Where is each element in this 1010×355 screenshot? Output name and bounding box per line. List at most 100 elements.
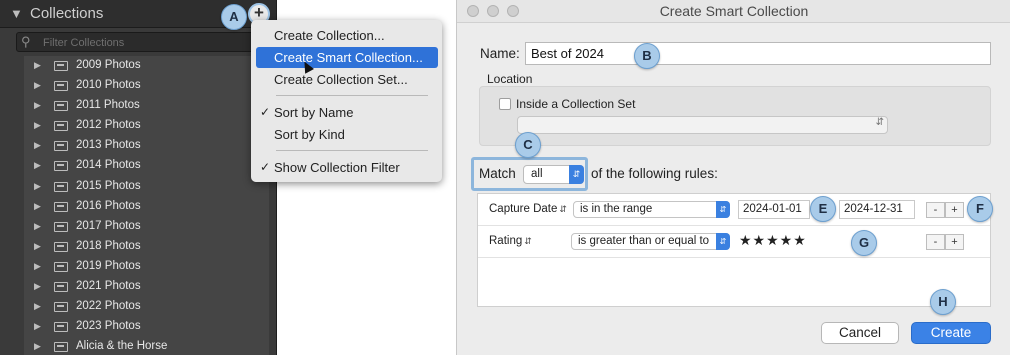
collection-list-item[interactable]: ▶ 2023 Photos [24, 317, 269, 337]
collection-icon [54, 141, 68, 152]
collection-list-item[interactable]: ▶ Alicia & the Horse [24, 337, 269, 355]
rule-field-label: Rating [489, 235, 523, 247]
menu-item-label: Sort by Kind [274, 127, 345, 142]
menu-item[interactable]: ✓ Show Collection Filter [256, 157, 438, 178]
collapse-triangle-icon[interactable]: ▼ [10, 6, 23, 21]
disclosure-arrow-icon[interactable]: ▶ [34, 241, 41, 252]
collection-list-item[interactable]: ▶ 2011 Photos [24, 96, 269, 116]
chevron-updown-icon: ⇵ [569, 165, 584, 184]
collection-icon [54, 121, 68, 132]
callout-e: E [810, 196, 836, 222]
rules-list: Capture Date ⇵ is in the range ⇵ 2024-01-… [477, 193, 991, 307]
disclosure-arrow-icon[interactable]: ▶ [34, 321, 41, 332]
menu-item-label: Create Smart Collection... [274, 50, 423, 65]
collection-icon [54, 282, 68, 293]
remove-rule-button[interactable]: - [926, 234, 945, 250]
add-rule-button[interactable]: + [945, 202, 964, 218]
collection-name: 2023 Photos [76, 320, 141, 333]
disclosure-arrow-icon[interactable]: ▶ [34, 100, 41, 111]
checkmark-icon: ✓ [260, 160, 271, 174]
rule-field-select[interactable]: Capture Date ⇵ [489, 203, 567, 215]
menu-item[interactable]: Create Smart Collection... [256, 47, 438, 68]
range-end-input[interactable]: 2024-12-31 [839, 200, 915, 219]
menu-item-label: Sort by Name [274, 105, 354, 120]
callout-a: A [221, 4, 247, 30]
rule-operator-select[interactable]: is in the range ⇵ [573, 201, 730, 218]
menu-item[interactable]: ✓ Sort by Name [256, 102, 438, 123]
collection-name: 2010 Photos [76, 79, 141, 92]
disclosure-arrow-icon[interactable]: ▶ [34, 120, 41, 131]
collection-list-item[interactable]: ▶ 2018 Photos [24, 237, 269, 257]
disclosure-arrow-icon[interactable]: ▶ [34, 160, 41, 171]
collection-list-item[interactable]: ▶ 2017 Photos [24, 217, 269, 237]
collection-icon [54, 322, 68, 333]
collection-icon [54, 261, 68, 272]
menu-item[interactable]: Create Collection Set... [256, 69, 438, 90]
menu-separator [276, 150, 428, 151]
collection-list-item[interactable]: ▶ 2022 Photos [24, 297, 269, 317]
updown-arrows-icon: ⇵ [559, 204, 567, 214]
match-suffix-text: of the following rules: [591, 166, 718, 181]
collection-icon [54, 101, 68, 112]
collections-list: ▶ 2009 Photos ▶ 2010 Photos ▶ 2011 Photos ▶ 201… [24, 56, 269, 355]
disclosure-arrow-icon[interactable]: ▶ [34, 281, 41, 292]
rating-stars[interactable]: ★★★★★ [739, 232, 807, 249]
cancel-button[interactable]: Cancel [821, 322, 899, 344]
collection-list-item[interactable]: ▶ 2009 Photos [24, 56, 269, 76]
collection-name: 2016 Photos [76, 199, 141, 212]
collection-list-item[interactable]: ▶ 2012 Photos [24, 116, 269, 136]
updown-arrows-icon: ⇵ [524, 236, 532, 246]
match-label: Match [479, 166, 516, 181]
collection-name: 2021 Photos [76, 280, 141, 293]
range-start-input[interactable]: 2024-01-01 [738, 200, 810, 219]
collection-name: 2014 Photos [76, 159, 141, 172]
disclosure-arrow-icon[interactable]: ▶ [34, 341, 41, 352]
disclosure-arrow-icon[interactable]: ▶ [34, 181, 41, 192]
menu-item-label: Create Collection... [274, 28, 385, 43]
collection-list-item[interactable]: ▶ 2015 Photos [24, 177, 269, 197]
disclosure-arrow-icon[interactable]: ▶ [34, 140, 41, 151]
add-rule-button[interactable]: + [945, 234, 964, 250]
collection-list-item[interactable]: ▶ 2010 Photos [24, 76, 269, 96]
create-button[interactable]: Create [911, 322, 991, 344]
remove-rule-button[interactable]: - [926, 202, 945, 218]
callout-g: G [851, 230, 877, 256]
collection-list-item[interactable]: ▶ 2013 Photos [24, 136, 269, 156]
collection-icon [54, 61, 68, 71]
disclosure-arrow-icon[interactable]: ▶ [34, 301, 41, 312]
collection-list-item[interactable]: ▶ 2014 Photos [24, 156, 269, 176]
disclosure-arrow-icon[interactable]: ▶ [34, 80, 41, 91]
match-group: Match all ⇵ [471, 157, 588, 191]
disclosure-arrow-icon[interactable]: ▶ [34, 60, 41, 71]
collection-set-select[interactable]: ⇵ [517, 116, 888, 134]
collection-list-item[interactable]: ▶ 2016 Photos [24, 197, 269, 217]
name-input[interactable]: Best of 2024 [525, 42, 991, 65]
disclosure-arrow-icon[interactable]: ▶ [34, 261, 41, 272]
collection-name: 2019 Photos [76, 259, 141, 272]
match-select[interactable]: all ⇵ [523, 165, 584, 184]
rule-operator-select[interactable]: is greater than or equal to ⇵ [571, 233, 730, 250]
collection-icon [54, 181, 68, 192]
inside-collection-set-label[interactable]: Inside a Collection Set [516, 97, 635, 111]
menu-item-label: Show Collection Filter [274, 160, 400, 175]
search-icon[interactable]: ⚲ [21, 34, 31, 50]
collection-name: 2015 Photos [76, 179, 141, 192]
disclosure-arrow-icon[interactable]: ▶ [34, 221, 41, 232]
callout-h: H [930, 289, 956, 315]
collection-name: 2009 Photos [76, 59, 141, 71]
disclosure-arrow-icon[interactable]: ▶ [34, 201, 41, 212]
callout-b: B [634, 43, 660, 69]
collection-icon [54, 342, 68, 353]
menu-item[interactable]: Sort by Kind [256, 124, 438, 145]
collection-name: Alicia & the Horse [76, 340, 168, 353]
collection-name: 2013 Photos [76, 139, 141, 152]
collection-list-item[interactable]: ▶ 2019 Photos [24, 257, 269, 277]
filter-collections-field[interactable]: ⚲ [16, 32, 266, 52]
inside-collection-set-checkbox[interactable] [499, 98, 511, 110]
menu-item[interactable]: Create Collection... [256, 25, 438, 46]
collection-name: 2022 Photos [76, 300, 141, 313]
collection-list-item[interactable]: ▶ 2021 Photos [24, 277, 269, 297]
rule-field-select[interactable]: Rating ⇵ [489, 235, 532, 247]
filter-collections-input[interactable] [43, 35, 253, 50]
rule-row: Capture Date ⇵ is in the range ⇵ 2024-01-… [478, 194, 990, 226]
